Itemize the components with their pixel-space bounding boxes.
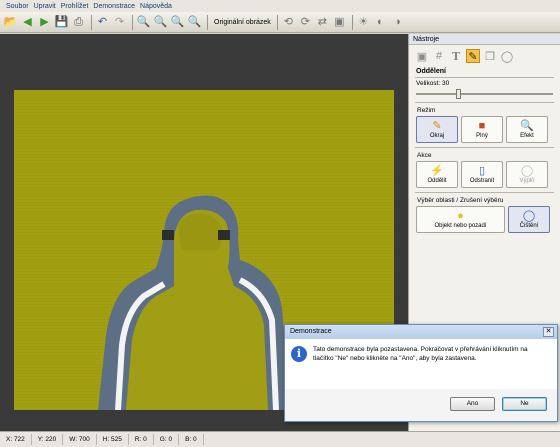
divider	[415, 192, 554, 193]
menu-napoveda[interactable]: Nápověda	[140, 3, 172, 10]
toolbar-separator	[207, 14, 208, 30]
rotate-left-icon[interactable]: ⟲	[281, 15, 296, 30]
dialog-body: i Tato demonstrace byla pozastavena. Pok…	[285, 339, 557, 389]
status-height: H: 525	[97, 434, 129, 445]
toolbar-separator	[276, 14, 278, 30]
toolbar-separator	[132, 14, 133, 30]
clone-tool-icon[interactable]: ❐	[483, 49, 497, 63]
yes-button[interactable]: Ano	[450, 397, 495, 411]
divider	[415, 77, 554, 78]
flip-icon[interactable]: ⇄	[315, 15, 330, 30]
status-width: W: 700	[63, 434, 97, 445]
fill-icon: ■	[478, 119, 486, 132]
yellow-circle-icon: ●	[457, 209, 464, 222]
menu-upravit[interactable]: Upravit	[34, 3, 56, 10]
mode-effect-label: Efekt	[520, 132, 534, 139]
rotate-right-icon[interactable]: ⟳	[298, 15, 313, 30]
separate-label: Oddělit	[427, 177, 447, 184]
mode-edge-button[interactable]: ✎ Okraj	[416, 116, 458, 143]
fill-label: Výplň	[519, 177, 535, 184]
color-icon[interactable]: ◑	[390, 15, 405, 30]
slider-track	[416, 93, 553, 95]
remove-button[interactable]: ▯ Odstranit	[461, 161, 503, 188]
divider	[415, 102, 554, 103]
undo-icon[interactable]: ↶	[95, 15, 110, 30]
fill-button[interactable]: ◯ Výplň	[506, 161, 548, 188]
action-buttons: ⚡ Oddělit ▯ Odstranit ◯ Výplň	[409, 159, 560, 190]
save-icon[interactable]: 💾	[54, 15, 69, 30]
text-tool-icon[interactable]: T	[449, 49, 463, 63]
menu-bar: Soubor Upravit Prohlížet Demonstrace Náp…	[0, 0, 560, 12]
info-icon: i	[291, 346, 307, 362]
selection-label: Výběr oblasti / Zrušení výběru	[417, 197, 504, 204]
remove-label: Odstranit	[469, 177, 495, 184]
redo-icon[interactable]: ↷	[112, 15, 127, 30]
crop-tool-icon[interactable]: ▣	[415, 49, 429, 63]
status-bar: X: 722 Y: 220 W: 700 H: 525 R: 0 G: 0 B:…	[0, 431, 560, 447]
separate-button[interactable]: ⚡ Oddělit	[416, 161, 458, 188]
mode-buttons: ✎ Okraj ■ Plný 🔍 Efekt	[409, 114, 560, 145]
divider	[415, 147, 554, 148]
eraser-icon: ▯	[478, 164, 486, 177]
zoom-in-icon[interactable]: 🔍	[136, 15, 151, 30]
size-slider[interactable]	[416, 88, 553, 100]
mode-full-label: Plný	[476, 132, 488, 139]
contrast-icon[interactable]: ◐	[373, 15, 388, 30]
toolbar-separator	[91, 14, 92, 30]
panel-title: Nástroje	[409, 34, 560, 45]
mode-edge-label: Okraj	[429, 132, 445, 139]
zoom-fit-icon[interactable]: 🔍	[170, 15, 185, 30]
brightness-icon[interactable]: ☀	[356, 15, 371, 30]
mode-label: Režim	[417, 107, 436, 114]
crop-icon[interactable]: ▣	[332, 15, 347, 30]
selection-buttons: ● Objekt nebo pozadí ◯ Čištění	[409, 204, 560, 235]
menu-soubor[interactable]: Soubor	[6, 3, 29, 10]
original-image-button[interactable]: Originální obrázek	[211, 19, 274, 26]
forward-arrow-icon[interactable]: ▶	[37, 15, 52, 30]
object-or-background-label: Objekt nebo pozadí	[434, 222, 487, 229]
back-arrow-icon[interactable]: ◀	[20, 15, 35, 30]
separation-tool-icon[interactable]: ✎	[466, 49, 480, 63]
object-or-background-button[interactable]: ● Objekt nebo pozadí	[416, 206, 505, 233]
menu-prohlizet[interactable]: Prohlížet	[61, 3, 89, 10]
actions-label: Akce	[417, 152, 432, 159]
mode-full-button[interactable]: ■ Plný	[461, 116, 503, 143]
status-green: G: 0	[154, 434, 180, 445]
print-icon[interactable]: ⎙	[71, 15, 86, 30]
menu-demonstrace[interactable]: Demonstrace	[93, 3, 135, 10]
dialog-title: Demonstrace	[290, 328, 332, 335]
effect-icon: 🔍	[520, 119, 534, 132]
tool-icons-row: ▣ # T ✎ ❐ ◯	[409, 45, 560, 67]
section-title: Oddělení	[416, 68, 446, 75]
slider-thumb[interactable]	[456, 89, 461, 99]
status-y: Y: 220	[32, 434, 64, 445]
dialog-buttons: Ano Ne	[285, 389, 557, 411]
mode-effect-button[interactable]: 🔍 Efekt	[506, 116, 548, 143]
toolbar-separator	[351, 14, 353, 30]
lightning-icon: ⚡	[430, 164, 444, 177]
edge-icon: ✎	[432, 119, 442, 132]
status-x: X: 722	[0, 434, 32, 445]
dialog-title-bar: Demonstrace ✕	[285, 325, 557, 339]
clear-selection-button[interactable]: ◯ Čištění	[508, 206, 550, 233]
toolbar: 📂 ◀ ▶ 💾 ⎙ ↶ ↷ 🔍 🔍 🔍 🔍 Originální obrázek…	[0, 12, 560, 33]
no-button[interactable]: Ne	[502, 397, 547, 411]
clear-selection-label: Čištění	[519, 222, 539, 229]
open-folder-icon[interactable]: 📂	[3, 15, 18, 30]
close-icon[interactable]: ✕	[543, 327, 554, 337]
fill-bucket-icon: ◯	[520, 164, 534, 177]
dialog-message: Tato demonstrace byla pozastavena. Pokra…	[313, 346, 528, 362]
stamp-tool-icon[interactable]: ◯	[500, 49, 514, 63]
grid-tool-icon[interactable]: #	[432, 49, 446, 63]
zoom-actual-icon[interactable]: 🔍	[187, 15, 202, 30]
blue-ring-icon: ◯	[522, 209, 536, 222]
demo-paused-dialog: Demonstrace ✕ i Tato demonstrace byla po…	[284, 324, 558, 422]
size-label: Velikost: 30	[416, 80, 450, 87]
zoom-out-icon[interactable]: 🔍	[153, 15, 168, 30]
status-red: R: 0	[129, 434, 154, 445]
status-blue: B: 0	[179, 434, 204, 445]
